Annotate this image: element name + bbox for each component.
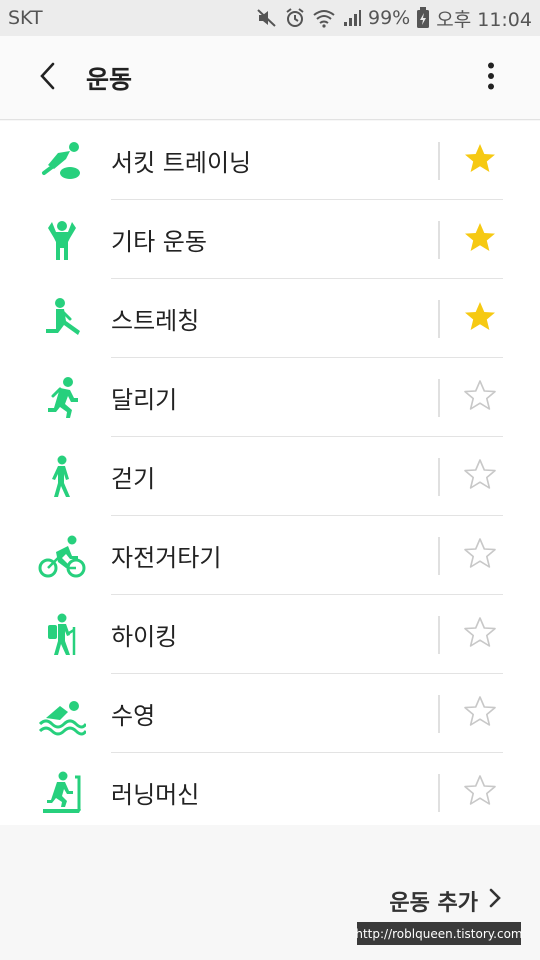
treadmill-icon	[32, 763, 92, 823]
star-filled-icon	[463, 142, 497, 180]
row-divider	[438, 299, 440, 338]
row-divider	[438, 220, 440, 259]
exercise-label: 러닝머신	[111, 781, 200, 809]
star-outline-icon	[463, 616, 497, 654]
favorite-button[interactable]	[460, 773, 500, 813]
favorite-button[interactable]	[460, 141, 500, 181]
star-outline-icon	[463, 774, 497, 812]
exercise-row[interactable]: 서킷 트레이닝	[0, 121, 540, 200]
exercise-row[interactable]: 달리기	[0, 358, 540, 437]
star-outline-icon	[463, 379, 497, 417]
add-exercise-button[interactable]: 운동 추가	[389, 884, 502, 918]
cycling-icon	[32, 526, 92, 586]
exercise-row[interactable]: 하이킹	[0, 595, 540, 674]
alarm-icon	[284, 7, 306, 29]
exercise-row[interactable]: 기타 운동	[0, 200, 540, 279]
watermark: http://roblqueen.tistory.com	[355, 922, 523, 945]
add-exercise-label: 운동 추가	[389, 891, 478, 916]
row-divider	[438, 536, 440, 575]
favorite-button[interactable]	[460, 220, 500, 260]
exercise-label: 걷기	[111, 465, 156, 493]
star-outline-icon	[463, 695, 497, 733]
exercise-label: 자전거타기	[111, 544, 222, 572]
more-vertical-icon	[487, 62, 495, 94]
battery-percent: 99%	[368, 7, 411, 29]
stretching-icon	[32, 289, 92, 349]
star-outline-icon	[463, 458, 497, 496]
favorite-button[interactable]	[460, 536, 500, 576]
carrier-label: SKT	[8, 7, 43, 29]
favorite-button[interactable]	[460, 299, 500, 339]
exercise-row[interactable]: 자전거타기	[0, 516, 540, 595]
row-divider	[438, 615, 440, 654]
star-filled-icon	[463, 300, 497, 338]
row-divider	[438, 773, 440, 812]
exercise-label: 수영	[111, 702, 156, 730]
row-divider	[438, 694, 440, 733]
favorite-button[interactable]	[460, 615, 500, 655]
other-workout-icon	[32, 210, 92, 270]
page-title: 운동	[86, 64, 133, 94]
exercise-row[interactable]: 러닝머신	[0, 753, 540, 825]
clock-time: 오후 11:04	[436, 8, 532, 31]
exercise-row[interactable]: 스트레칭	[0, 279, 540, 358]
back-button[interactable]	[18, 48, 78, 108]
hiking-icon	[32, 605, 92, 665]
swimming-icon	[32, 684, 92, 744]
exercise-row[interactable]: 수영	[0, 674, 540, 753]
exercise-label: 스트레칭	[111, 307, 200, 335]
star-filled-icon	[463, 221, 497, 259]
star-outline-icon	[463, 537, 497, 575]
chevron-right-icon	[488, 887, 502, 915]
battery-icon	[416, 7, 430, 29]
status-icons: 99% 오후 11:04	[256, 5, 532, 32]
chevron-left-icon	[37, 61, 59, 95]
status-bar: SKT 99% 오후 11:04	[0, 0, 540, 36]
favorite-button[interactable]	[460, 457, 500, 497]
app-bar: 운동	[0, 36, 540, 120]
exercise-list: 서킷 트레이닝 기타 운동 스트레칭 달리기 걷기 자전거타기 하이킹 수영 러…	[0, 121, 540, 825]
mute-icon	[256, 8, 278, 28]
running-icon	[32, 368, 92, 428]
circuit-training-icon	[32, 131, 92, 191]
signal-icon	[342, 8, 362, 28]
exercise-label: 달리기	[111, 386, 178, 414]
favorite-button[interactable]	[460, 378, 500, 418]
exercise-label: 서킷 트레이닝	[111, 149, 252, 177]
exercise-label: 하이킹	[111, 623, 178, 651]
exercise-label: 기타 운동	[111, 228, 207, 256]
more-options-button[interactable]	[466, 48, 516, 108]
exercise-row[interactable]: 걷기	[0, 437, 540, 516]
favorite-button[interactable]	[460, 694, 500, 734]
row-divider	[438, 378, 440, 417]
row-divider	[438, 141, 440, 180]
wifi-icon	[312, 8, 336, 28]
walking-icon	[32, 447, 92, 507]
row-divider	[438, 457, 440, 496]
